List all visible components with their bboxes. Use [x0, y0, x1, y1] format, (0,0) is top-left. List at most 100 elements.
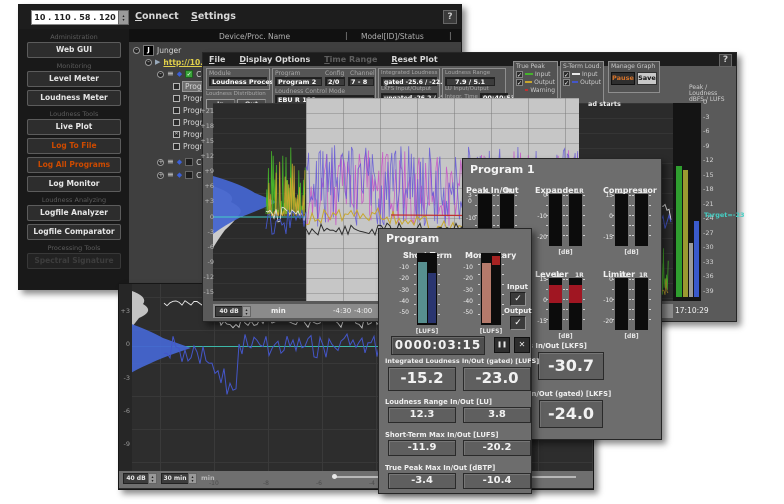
output-checkbox[interactable]: ✓: [510, 316, 526, 330]
menu-display-options[interactable]: Display Options: [239, 55, 310, 64]
collapse-icon[interactable]: -: [145, 59, 152, 66]
sidebar-item-log-to-file[interactable]: Log To File: [27, 138, 121, 154]
meter-limiter: Limiter 1L 1R 0-10-20 [dB]: [603, 262, 659, 348]
spinner-down-icon: ▾: [245, 312, 247, 316]
pause-button[interactable]: Pause: [611, 72, 635, 85]
plot-clock: 17:10:29: [675, 306, 709, 315]
lu-io-label: LU Input/Output: [445, 86, 503, 93]
collapse-icon[interactable]: -: [133, 47, 140, 54]
log-range-spinner-arrows[interactable]: ▴ ▾: [148, 473, 157, 484]
close-icon[interactable]: ✕: [514, 337, 530, 353]
sidebar-item-level-meter[interactable]: Level Meter: [27, 71, 121, 87]
axis-tick: -4:00: [354, 307, 372, 315]
scale-label: -33: [703, 259, 721, 266]
meter-well: [635, 194, 648, 246]
ip-spinner[interactable]: ▴ ▾: [118, 10, 129, 25]
sidebar-section-loudness-tools: Loudness Tools: [50, 109, 99, 119]
menu-settings[interactable]: Settings: [191, 11, 236, 22]
meter-well: [615, 194, 628, 246]
integrated-out-value: -23.0: [463, 367, 531, 391]
meter-unit: [dB]: [549, 333, 582, 340]
diamond-icon: ◆: [177, 158, 182, 166]
scale-label: -21: [703, 201, 721, 208]
menu-file[interactable]: File: [209, 55, 225, 64]
program-icon: [173, 143, 180, 150]
device-menu-icon: ≡: [167, 70, 174, 78]
config-value: 2/0: [325, 77, 345, 86]
sterm-input-checkbox[interactable]: ✓: [563, 71, 570, 78]
device-checkbox[interactable]: ✓: [185, 70, 193, 78]
menu-connect[interactable]: Connect: [135, 11, 179, 22]
tick-label: -8: [263, 480, 269, 487]
sidebar-item-spectral-signature: Spectral Signature: [27, 253, 121, 269]
meter-compressor: Compressor 1L 1R 150-15 [dB]: [603, 178, 659, 264]
sidebar-item-log-monitor[interactable]: Log Monitor: [27, 176, 121, 192]
log-scale: +30-3-6-9: [119, 284, 132, 471]
menu-reset-plot[interactable]: Reset Plot: [391, 55, 437, 64]
program-x-icon: ✕: [173, 131, 180, 138]
log-scrollbar-thumb[interactable]: [332, 474, 337, 479]
save-button[interactable]: Save: [637, 72, 657, 85]
meter-unit: [dB]: [615, 333, 648, 340]
short-term-max-in-value: -11.9: [388, 440, 456, 456]
spinner-down-icon: ▾: [191, 479, 193, 483]
input-checkbox[interactable]: ✓: [510, 292, 526, 306]
true-peak-output-checkbox[interactable]: ✓: [516, 79, 523, 86]
sidebar-item-logfile-analyzer[interactable]: Logfile Analyzer: [27, 205, 121, 221]
meter-bar-output-loudness: [694, 221, 699, 297]
momentary-output-bar: [492, 256, 500, 265]
axis-range-spinner[interactable]: 40 dB: [215, 306, 243, 317]
device-checkbox[interactable]: [185, 171, 193, 179]
collapse-icon[interactable]: -: [157, 71, 164, 78]
pause-icon[interactable]: ❚❚: [494, 337, 510, 353]
sidebar-item-live-plot[interactable]: Live Plot: [27, 119, 121, 135]
meter-well: [549, 278, 562, 330]
distribution-label: Loudness Distribution: [206, 91, 270, 98]
log-window-spinner-arrows[interactable]: ▴ ▾: [188, 473, 197, 484]
junger-logo-icon: J: [143, 45, 154, 56]
lkfs-value-out: -30.7: [538, 352, 604, 380]
channel-label: Channel: [350, 70, 375, 77]
tick-label: -4: [369, 480, 375, 487]
axis-range-spinner-arrows[interactable]: ▴ ▾: [242, 306, 251, 317]
leveler-gain-bar: [549, 285, 562, 303]
scale-label: -5: [403, 254, 409, 260]
target-label: Target=-23: [704, 211, 745, 219]
lkfs-gated-row-label: In/Out (gated) [LKFS]: [529, 390, 611, 398]
scale-label: -40: [399, 299, 409, 305]
checkbox-label: Input: [535, 71, 551, 78]
scale-label: -15: [703, 172, 721, 179]
scale-label: +9: [204, 168, 214, 175]
log-range-spinner[interactable]: 40 dB: [123, 473, 149, 484]
column-model: Model[ID]/Status: [361, 32, 424, 41]
sidebar-item-log-all-programs[interactable]: Log All Programs: [27, 157, 121, 173]
log-window-spinner[interactable]: 30 min: [161, 473, 189, 484]
device-checkbox[interactable]: [185, 158, 193, 166]
help-icon[interactable]: ?: [443, 10, 457, 24]
plot-help-icon[interactable]: ?: [719, 54, 732, 67]
program-icon: [173, 107, 180, 114]
expand-icon[interactable]: +: [157, 172, 164, 179]
ip-address-input[interactable]: 10 . 110 . 58 . 120: [31, 10, 119, 25]
spinner-down-icon: ▾: [151, 479, 153, 483]
diamond-icon: ◆: [177, 171, 182, 179]
integrated-label: Integrated Loudness: [381, 70, 437, 77]
meter-unit: [LUFS]: [477, 328, 505, 335]
sidebar-item-loudness-meter[interactable]: Loudness Meter: [27, 90, 121, 106]
expand-icon[interactable]: +: [157, 159, 164, 166]
lkfs-row-label: s In/Out [LKFS]: [529, 342, 587, 350]
device-menu-icon: ≡: [167, 171, 174, 179]
sidebar-item-web-gui[interactable]: Web GUI: [27, 42, 121, 58]
momentary-input-bar: [482, 263, 491, 323]
scale-label: -39: [703, 288, 721, 295]
scale-label: -18: [703, 186, 721, 193]
true-peak-input-checkbox[interactable]: ✓: [516, 71, 523, 78]
mode-label: Loudness Control Mode: [275, 88, 345, 95]
scale-label: -3: [208, 229, 214, 236]
sidebar-item-logfile-comparator[interactable]: Logfile Comparator: [27, 224, 121, 240]
tree-node-root[interactable]: - J Junger: [133, 44, 181, 56]
gated-tag: gated: [384, 78, 404, 85]
scale-label: 0: [126, 341, 130, 348]
manage-graph-group: Manage Graph Pause Save: [608, 61, 660, 93]
sterm-output-checkbox[interactable]: ✓: [563, 79, 570, 86]
